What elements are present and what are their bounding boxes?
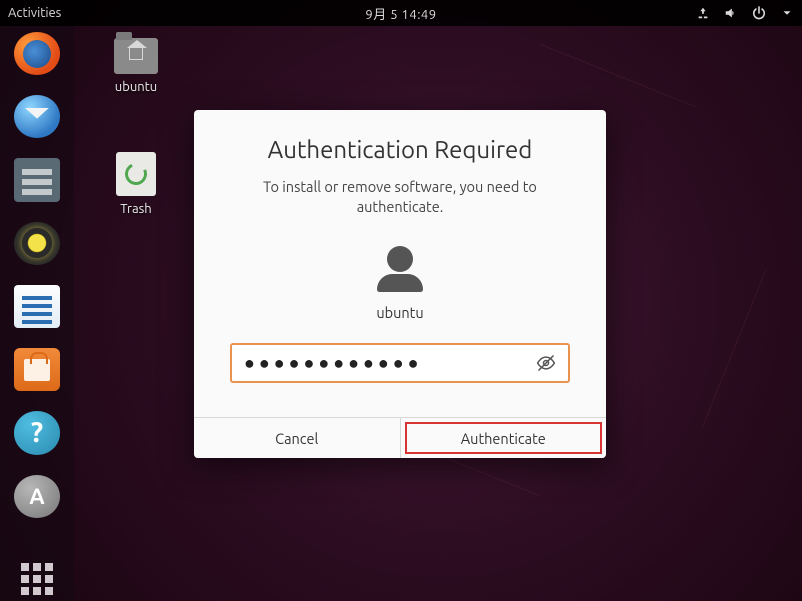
user-block: ubuntu (230, 246, 570, 321)
power-icon (752, 6, 766, 20)
dock-help[interactable]: ? (14, 411, 60, 454)
desktop-icon-label: ubuntu (96, 80, 176, 94)
dock-thunderbird[interactable] (14, 95, 60, 138)
desktop-trash[interactable]: Trash (96, 152, 176, 216)
dock-show-applications[interactable] (14, 558, 60, 601)
avatar-icon (376, 246, 424, 292)
dialog-title: Authentication Required (230, 136, 570, 163)
dock-software-updater[interactable]: A (14, 475, 60, 518)
top-bar: Activities 9月 5 14:49 (0, 0, 802, 26)
volume-icon (724, 6, 738, 20)
authenticate-button[interactable]: Authenticate (401, 418, 607, 458)
dock-files[interactable] (14, 158, 60, 201)
dialog-message: To install or remove software, you need … (230, 177, 570, 216)
dock-libreoffice-writer[interactable] (14, 285, 60, 328)
desktop-icon-label: Trash (96, 202, 176, 216)
dock-firefox[interactable] (14, 32, 60, 75)
dock-rhythmbox[interactable] (14, 222, 60, 265)
authentication-dialog: Authentication Required To install or re… (194, 110, 606, 458)
clock[interactable]: 9月 5 14:49 (365, 4, 436, 23)
cancel-button[interactable]: Cancel (194, 418, 401, 458)
trash-icon (116, 152, 156, 196)
reveal-password-icon[interactable] (536, 353, 556, 373)
system-status-area[interactable] (696, 6, 794, 20)
dock-ubuntu-software[interactable] (14, 348, 60, 391)
activities-button[interactable]: Activities (8, 6, 61, 20)
username-label: ubuntu (376, 304, 423, 321)
network-icon (696, 6, 710, 20)
dock: ? A (0, 26, 74, 601)
password-input[interactable] (244, 353, 536, 374)
desktop-home-folder[interactable]: ubuntu (96, 38, 176, 94)
home-folder-icon (114, 38, 158, 74)
dialog-actions: Cancel Authenticate (194, 417, 606, 458)
chevron-down-icon (780, 6, 794, 20)
password-field[interactable] (230, 343, 570, 383)
